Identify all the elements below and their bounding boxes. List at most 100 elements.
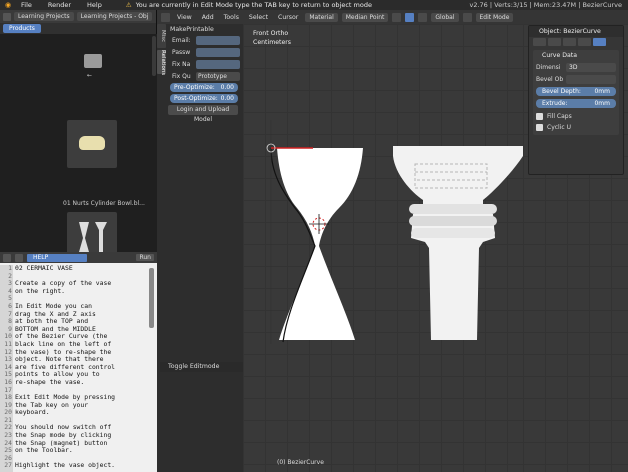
post-optimize-label: Post-Optimize: — [174, 95, 218, 102]
toggle-editmode-panel[interactable]: Toggle Editmode — [160, 362, 243, 372]
learning-projects-tab[interactable]: Learning Projects — [14, 12, 74, 21]
dimensions-select[interactable]: 3D — [566, 63, 616, 72]
menu-cursor[interactable]: Cursor — [275, 14, 301, 21]
fix-quality-row: Fix Qu Prototype — [168, 71, 243, 82]
scene-render — [266, 120, 523, 344]
bevel-object-field[interactable] — [566, 75, 616, 84]
cyclic-label: Cyclic U — [547, 124, 571, 131]
run-script-button[interactable]: Run — [136, 254, 154, 261]
tab-relations[interactable]: Relations — [157, 50, 166, 75]
login-upload-button[interactable]: Login and Upload Model — [168, 105, 238, 123]
pre-optimize-label: Pre-Optimize: — [174, 84, 215, 91]
email-label: Email: — [172, 37, 191, 44]
bowl-preview-icon — [79, 136, 105, 150]
fix-name-field[interactable] — [196, 60, 240, 69]
properties-title: Object: BezierCurve — [529, 26, 623, 37]
manipulator-icon[interactable] — [392, 12, 402, 22]
shading-dropdown[interactable]: Material — [305, 12, 338, 22]
dimensions-row: Dimensi 3D — [536, 62, 616, 73]
tool-shelf-tabs: Misc Relations — [157, 24, 167, 76]
curve-data-title[interactable]: Curve Data — [536, 52, 616, 62]
text-line: Highlight the vase object. — [15, 461, 116, 470]
tab-misc[interactable]: Misc — [157, 24, 166, 48]
rotate-icon[interactable] — [418, 12, 428, 22]
file-browser-tabs: Products — [0, 23, 156, 34]
vase-ring — [411, 228, 495, 238]
pivot-point-dropdown[interactable]: Median Point — [341, 12, 389, 22]
translate-icon[interactable] — [405, 12, 415, 22]
learning-projects-obj-tab[interactable]: Learning Projects - Obj — [76, 12, 153, 21]
fix-quality-label: Fix Qu — [172, 73, 191, 80]
makeprintable-panel: MakePrintable Email: Passw Fix Na Fix Qu… — [168, 26, 243, 126]
vase-ring — [409, 216, 497, 226]
fill-caps-row[interactable]: Fill Caps — [536, 111, 616, 122]
status-message: You are currently in Edit Mode type the … — [135, 1, 372, 9]
menu-tools[interactable]: Tools — [221, 14, 242, 21]
orientation-dropdown[interactable]: Global — [431, 12, 459, 22]
post-optimize-field[interactable]: Post-Optimize: 0.00 — [170, 94, 238, 103]
products-tab[interactable]: Products — [3, 24, 41, 33]
curve-data-section: Curve Data Dimensi 3D Bevel Ob Bevel Dep… — [533, 50, 619, 135]
text-line: on the Toolbar. — [15, 446, 73, 455]
password-row: Passw — [168, 47, 243, 58]
extrude-value: 0mm — [594, 100, 610, 107]
tab-object-icon[interactable] — [533, 38, 546, 46]
text-line: 02 CERMAIC VASE — [15, 264, 73, 272]
extrude-label: Extrude: — [542, 100, 568, 107]
menu-add[interactable]: Add — [199, 14, 217, 21]
layers-icon[interactable] — [462, 12, 472, 22]
pre-optimize-field[interactable]: Pre-Optimize: 0.00 — [170, 83, 238, 92]
fix-quality-select[interactable]: Prototype — [196, 72, 240, 81]
properties-tabs — [529, 37, 623, 47]
text-editor-icon[interactable] — [3, 253, 11, 262]
editor-type-icon[interactable] — [3, 12, 11, 21]
menu-help[interactable]: Help — [79, 1, 110, 9]
scene-stats: v2.76 | Verts:3/15 | Mem:23.47M | Bezier… — [469, 1, 623, 9]
menu-view[interactable]: View — [174, 14, 195, 21]
reference-vase — [393, 146, 523, 340]
fill-caps-checkbox[interactable] — [536, 113, 543, 120]
line-numbers: 1 2 3 4 5 6 7 8 9 10 11 12 13 14 15 16 1… — [0, 264, 13, 472]
cyclic-checkbox[interactable] — [536, 124, 543, 131]
parent-folder-label: ← — [87, 72, 93, 79]
bevel-depth-field[interactable]: Bevel Depth: 0mm — [536, 87, 616, 96]
cyclic-row[interactable]: Cyclic U — [536, 122, 616, 133]
menu-select[interactable]: Select — [246, 14, 271, 21]
help-text-name-field[interactable]: HELP — [27, 253, 87, 262]
vase-ring — [409, 204, 497, 214]
post-optimize-value: 0.00 — [220, 95, 234, 102]
tab-constraints-icon[interactable] — [548, 38, 561, 46]
password-label: Passw — [172, 49, 191, 56]
3d-view-header: View Add Tools Select Cursor Material Me… — [157, 10, 628, 24]
help-text-header: HELP Run — [0, 252, 157, 263]
pre-optimize-value: 0.00 — [220, 84, 234, 91]
bevel-object-row: Bevel Ob — [536, 74, 616, 85]
email-field[interactable] — [196, 36, 240, 45]
menu-file[interactable]: File — [13, 1, 40, 9]
blender-logo-icon[interactable]: ◉ — [3, 1, 13, 9]
view-icon[interactable] — [15, 253, 23, 262]
active-object-label: (0) BezierCurve — [277, 459, 324, 466]
help-text-body[interactable]: 02 CERMAIC VASE Create a copy of the vas… — [15, 264, 147, 470]
editor-type-icon[interactable] — [161, 12, 170, 22]
menu-render[interactable]: Render — [40, 1, 79, 9]
text-line: on the right. — [15, 286, 66, 295]
warning-icon: ⚠ — [125, 1, 132, 9]
tab-material-icon[interactable] — [578, 38, 591, 46]
tab-data-icon[interactable] — [593, 38, 606, 46]
file-browser: ← 01 Nurts Cylinder Bowl.bl... — [0, 34, 157, 262]
tab-modifiers-icon[interactable] — [563, 38, 576, 46]
parent-folder-icon[interactable] — [84, 54, 102, 68]
properties-panel: Object: BezierCurve Curve Data Dimensi 3… — [528, 25, 624, 175]
dimensions-label: Dimensi — [536, 64, 561, 71]
3d-viewport[interactable]: Front Ortho Centimeters (0) BezierCurve — [243, 24, 523, 472]
email-row: Email: — [168, 35, 243, 46]
mode-dropdown[interactable]: Edit Mode — [475, 12, 514, 22]
password-field[interactable] — [196, 48, 240, 57]
bowl-thumbnail[interactable] — [67, 120, 117, 168]
extrude-field[interactable]: Extrude: 0mm — [536, 99, 616, 108]
help-text-scrollbar[interactable] — [149, 268, 154, 328]
help-text-editor[interactable]: 1 2 3 4 5 6 7 8 9 10 11 12 13 14 15 16 1… — [0, 263, 157, 472]
file-browser-scrollbar[interactable] — [152, 36, 156, 76]
makeprintable-title[interactable]: MakePrintable — [168, 26, 243, 35]
